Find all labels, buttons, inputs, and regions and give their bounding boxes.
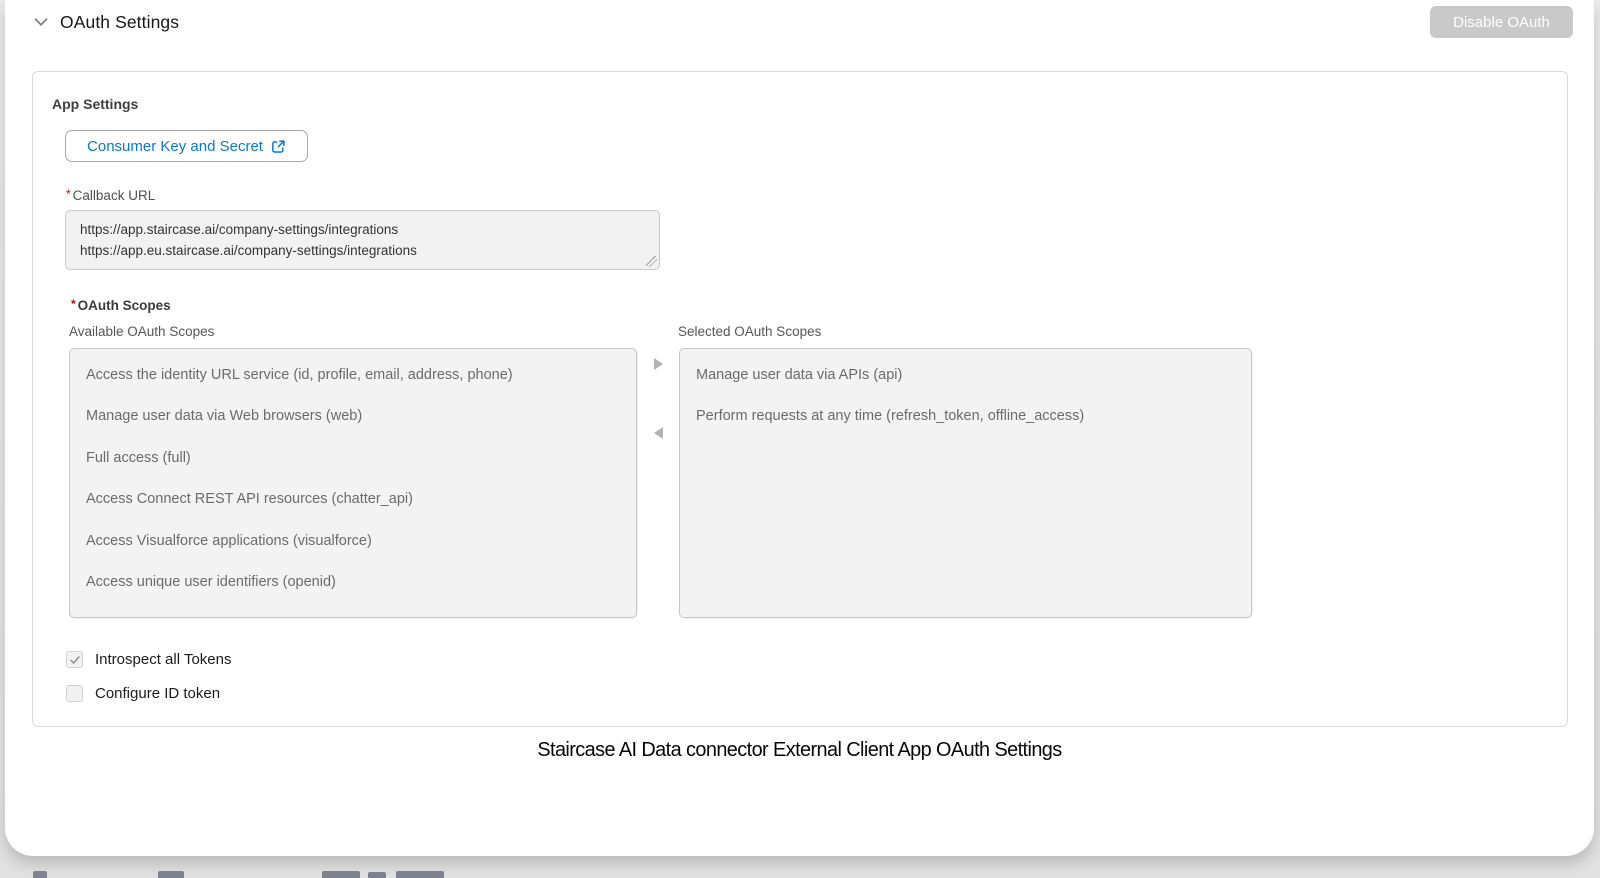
required-asterisk: * bbox=[71, 297, 76, 311]
scope-option[interactable]: Access Visualforce applications (visualf… bbox=[70, 520, 636, 562]
move-left-arrow-icon bbox=[653, 427, 663, 439]
move-right-arrow-icon bbox=[653, 358, 663, 370]
move-to-available-button[interactable] bbox=[648, 423, 668, 443]
cutoff-text-fragment bbox=[368, 872, 386, 878]
callback-url-label: * Callback URL bbox=[66, 187, 156, 203]
required-asterisk: * bbox=[66, 187, 71, 201]
scope-option[interactable]: Access the identity URL service (id, pro… bbox=[70, 354, 636, 396]
checkbox-label: Introspect all Tokens bbox=[95, 651, 232, 668]
figure-caption: Staircase AI Data connector External Cli… bbox=[537, 738, 1062, 761]
oauth-settings-section-toggle[interactable]: OAuth Settings bbox=[32, 8, 179, 36]
available-scopes-label: Available OAuth Scopes bbox=[69, 324, 215, 339]
oauth-scopes-label: * OAuth Scopes bbox=[71, 297, 171, 313]
page-title: OAuth Settings bbox=[60, 11, 180, 32]
app-settings-panel: App Settings Consumer Key and Secret * C… bbox=[32, 71, 1568, 727]
scope-option[interactable]: Access Connect REST API resources (chatt… bbox=[70, 479, 636, 521]
callback-url-textarea[interactable]: https://app.staircase.ai/company-setting… bbox=[65, 210, 660, 270]
page: OAuth Settings Disable OAuth App Setting… bbox=[0, 0, 1600, 878]
cutoff-text-fragment bbox=[322, 871, 360, 878]
move-to-selected-button[interactable] bbox=[648, 354, 668, 374]
checkbox-unchecked[interactable] bbox=[66, 685, 83, 702]
cutoff-text-remnants bbox=[0, 869, 1600, 878]
checkbox-checked[interactable] bbox=[66, 651, 83, 668]
scope-option[interactable]: Access unique user identifiers (openid) bbox=[70, 562, 636, 604]
callback-url-line: https://app.eu.staircase.ai/company-sett… bbox=[80, 243, 417, 258]
oauth-settings-card: OAuth Settings Disable OAuth App Setting… bbox=[5, 0, 1594, 856]
scope-option[interactable]: Perform requests at any time (refresh_to… bbox=[680, 396, 1251, 438]
checkbox-row-introspect-all-tokens[interactable]: Introspect all Tokens bbox=[66, 651, 231, 668]
scope-option[interactable]: Manage user data via APIs (api) bbox=[680, 354, 1251, 396]
app-settings-heading: App Settings bbox=[52, 96, 139, 112]
cutoff-text-fragment bbox=[396, 871, 444, 878]
consumer-key-secret-button[interactable]: Consumer Key and Secret bbox=[65, 130, 308, 162]
cutoff-text-fragment bbox=[33, 871, 47, 878]
scope-option[interactable]: Full access (full) bbox=[70, 437, 636, 479]
chevron-down-icon[interactable] bbox=[32, 13, 50, 31]
disable-oauth-button[interactable]: Disable OAuth bbox=[1430, 6, 1573, 38]
callback-url-line: https://app.staircase.ai/company-setting… bbox=[80, 222, 399, 237]
available-scopes-listbox[interactable]: Access the identity URL service (id, pro… bbox=[69, 348, 637, 618]
external-link-icon bbox=[272, 140, 285, 153]
cutoff-text-fragment bbox=[158, 871, 184, 878]
check-icon bbox=[69, 655, 80, 664]
consumer-key-secret-label: Consumer Key and Secret bbox=[87, 137, 263, 155]
selected-scopes-label: Selected OAuth Scopes bbox=[678, 324, 822, 339]
checkbox-row-configure-id-token[interactable]: Configure ID token bbox=[66, 685, 220, 702]
selected-scopes-listbox[interactable]: Manage user data via APIs (api) Perform r… bbox=[679, 348, 1252, 618]
scope-option[interactable]: Manage user data via Web browsers (web) bbox=[70, 396, 636, 438]
checkbox-label: Configure ID token bbox=[95, 685, 221, 702]
